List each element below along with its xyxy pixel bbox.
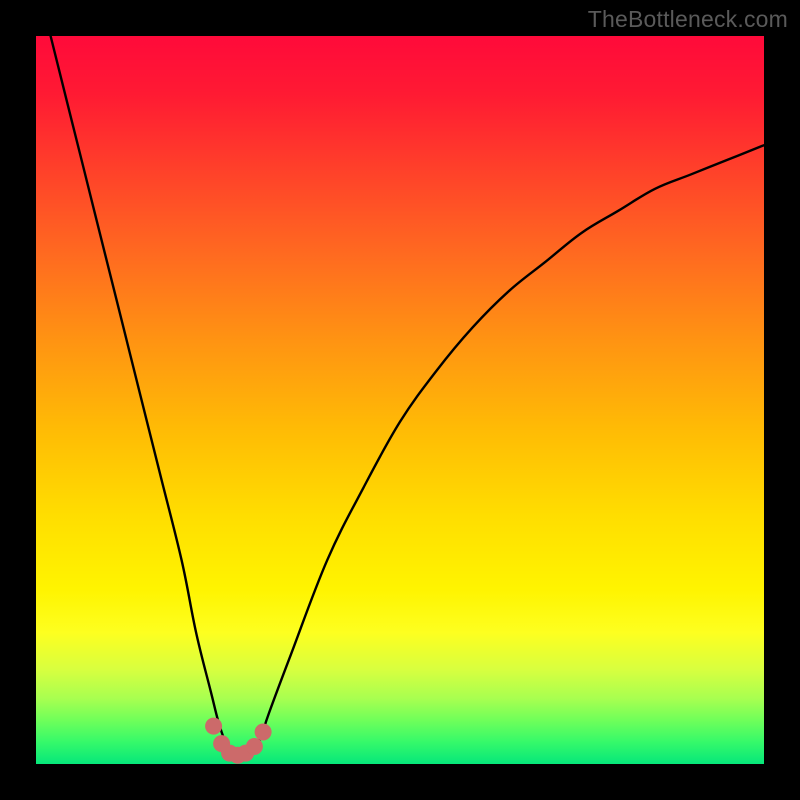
valley-dot [205, 718, 222, 735]
valley-dot [246, 738, 263, 755]
plot-area [36, 36, 764, 764]
valley-dot [255, 724, 272, 741]
watermark-text: TheBottleneck.com [588, 6, 788, 33]
valley-markers [205, 718, 272, 764]
bottleneck-curve [36, 36, 764, 764]
curve-path [51, 36, 764, 758]
chart-frame: TheBottleneck.com [0, 0, 800, 800]
